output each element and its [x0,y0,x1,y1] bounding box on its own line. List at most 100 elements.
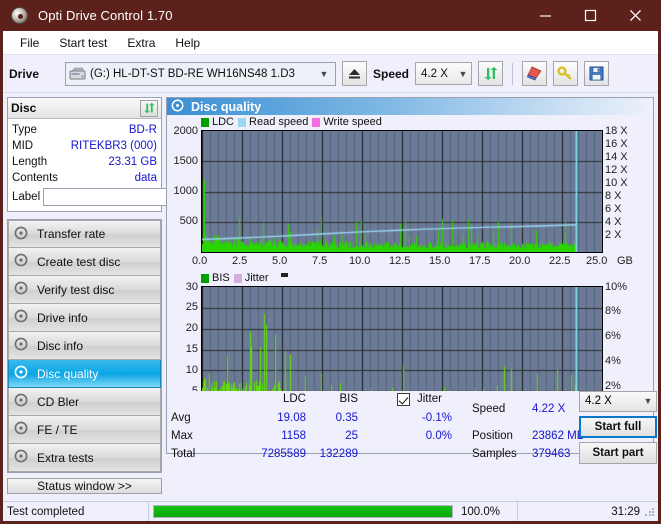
sidebar-item-transfer-rate[interactable]: Transfer rate [8,220,161,248]
y2tick-bot-1: 8% [605,305,621,318]
legend-label: Read speed [249,116,309,129]
sidebar-item-extra-tests[interactable]: Extra tests [8,444,161,472]
disc-icon [14,393,29,410]
sidebar-item-cd-bler[interactable]: CD Bler [8,388,161,416]
disc-row-type: Type BD-R [12,122,157,137]
y2tick-bot-3: 4% [605,355,621,368]
sidebar-item-fe-te[interactable]: FE / TE [8,416,161,444]
y2tick-top-0: 18 X [605,125,628,138]
samples-value: 379463 [532,447,571,460]
erase-button[interactable] [522,61,548,86]
status-window-button[interactable]: Status window >> [7,478,162,494]
position-label: Position [472,429,513,442]
legend-bis: BIS [201,272,230,284]
disc-icon [14,226,29,243]
ytick-top-1: 1500 [173,155,198,168]
stats-row-label-total: Total [171,447,196,460]
chart-top-plot-area[interactable] [201,130,603,254]
sidebar-item-disc-quality[interactable]: Disc quality [8,360,161,388]
disc-refresh-button[interactable] [140,99,158,117]
y2tick-top-8: 2 X [605,229,622,242]
xtick-top-5: 12.5 [389,255,411,268]
maximize-icon[interactable] [568,0,613,31]
xtick-top-1: 2.5 [232,255,248,268]
legend-read-speed: Read speed [238,116,308,128]
disc-row-mid: MID RITEKBR3 (000) [12,138,157,153]
ytick-top-0: 2000 [173,125,198,138]
y2tick-top-1: 16 X [605,138,628,151]
disc-key-length: Length [12,155,48,168]
drive-select[interactable]: (G:) HL-DT-ST BD-RE WH16NS48 1.D3 ▼ [65,61,336,86]
speed-select[interactable]: 4.2 X ▼ [579,390,657,412]
xtick-top-7: 17.5 [469,255,491,268]
refresh-button[interactable] [478,61,504,86]
progress-percent: 100.0% [461,505,501,518]
sidebar-item-create-test-disc[interactable]: Create test disc [8,248,161,276]
main-panel: Disc quality LDC Read speed Write speed … [166,97,657,464]
sidebar-item-label: CD Bler [37,394,80,409]
samples-label: Samples [472,447,517,460]
xtick-top-10: 25.0 [586,255,608,268]
progress-bar [153,505,453,518]
sidebar-item-verify-test-disc[interactable]: Verify test disc [8,276,161,304]
menu-extra[interactable]: Extra [118,33,164,53]
disc-icon [14,337,29,354]
y2tick-bot-0: 10% [605,281,628,294]
y2tick-bot-2: 6% [605,330,621,343]
xtick-top-8: 20.0 [509,255,531,268]
close-icon[interactable] [613,0,658,31]
main-header: Disc quality [167,98,653,116]
jitter-checkbox[interactable] [397,392,410,406]
disc-key-type: Type [12,123,37,136]
y2tick-top-7: 4 X [605,216,622,229]
eject-button[interactable] [342,61,367,86]
save-button[interactable] [584,61,610,86]
ytick-bot-0: 30 [185,281,198,294]
stats-panel: LDC BIS Jitter Avg 19.08 0.35 -0.1% Max … [169,390,657,464]
disc-key-mid: MID [12,139,34,152]
resize-grip-icon[interactable] [644,505,656,518]
sidebar-item-label: Extra tests [37,450,94,465]
disc-icon [14,421,29,438]
disc-panel-header: Disc [8,98,161,119]
eject-icon [349,69,360,79]
sidebar-item-label: Disc info [37,338,84,353]
jitter-label: Jitter [417,392,442,405]
stats-row-label-avg: Avg [171,411,191,424]
disc-icon [14,449,29,466]
chevron-down-icon: ▼ [643,396,653,407]
stats-max-bis: 25 [345,429,358,442]
minimize-icon[interactable] [523,0,568,31]
stats-avg-bis: 0.35 [335,411,358,424]
menu-bar: File Start test Extra Help [3,31,658,55]
ytick-bot-1: 25 [185,301,198,314]
start-part-button[interactable]: Start part [579,441,657,464]
sidebar-item-disc-info[interactable]: Disc info [8,332,161,360]
start-full-button[interactable]: Start full [579,415,657,438]
disc-label-row: Label [12,187,251,207]
menu-file[interactable]: File [11,33,48,53]
speed-select-toolbar[interactable]: 4.2 X ▼ [415,62,473,85]
sidebar-item-label: Drive info [37,310,88,325]
legend-jitter: Jitter [233,272,269,284]
sidebar: Disc Type BD-R MID RITEKBR3 (000) Length… [7,97,251,494]
charts: LDC Read speed Write speed 2000 1500 100… [167,115,653,427]
menu-start-test[interactable]: Start test [50,33,116,53]
y2tick-top-3: 12 X [605,164,628,177]
drive-label: Drive [9,66,40,81]
sidebar-item-drive-info[interactable]: Drive info [8,304,161,332]
xtick-top-9: 22.5 [549,255,571,268]
disc-value-mid: RITEKBR3 (000) [70,139,157,152]
stats-col-bis: BIS [339,392,358,405]
menu-help[interactable]: Help [166,33,209,53]
speed-value: 4.2 X [421,67,448,80]
disc-quality-icon [171,99,185,115]
chevron-down-icon: ▼ [319,68,329,79]
body: Disc Type BD-R MID RITEKBR3 (000) Length… [3,93,658,494]
key-button[interactable] [553,61,579,86]
y2tick-top-4: 10 X [605,177,628,190]
app-window: Opti Drive Control 1.70 File Start test … [0,0,661,524]
drive-toolbar: Drive (G:) HL-DT-ST BD-RE WH16NS48 1.D3 … [3,55,658,93]
legend-marker-icon [280,273,288,278]
stats-row-label-max: Max [171,429,193,442]
